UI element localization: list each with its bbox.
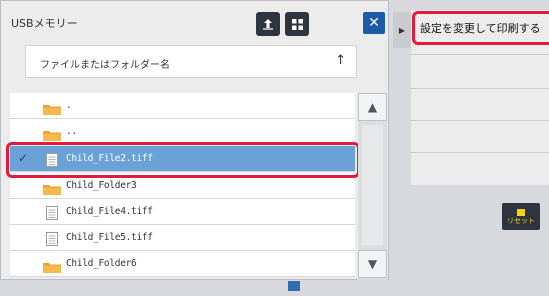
play-icon: ▶ [398,25,406,35]
up-arrow-icon [263,19,273,30]
scroll-up-icon: ▲ [367,100,378,114]
divider [411,120,549,121]
row-label: Child_Folder6 [66,258,137,269]
grid-view-icon [291,18,303,30]
sort-label: ファイルまたはフォルダー名 [40,60,170,71]
close-icon: ✕ [368,15,380,31]
row-label: Child_Folder3 [66,180,137,191]
sort-by-name-button[interactable]: ファイルまたはフォルダー名 ↑ [25,45,357,78]
scroll-up-button[interactable]: ▲ [358,93,387,121]
scroll-down-button[interactable]: ▼ [358,250,387,278]
folder-icon [43,100,61,119]
reset-icon [517,208,525,216]
scroll-track[interactable] [362,125,383,245]
file-row[interactable]: Child_File5.tiff [10,225,355,251]
selected-row-highlight [6,142,360,178]
file-icon [46,205,58,224]
reset-button[interactable]: リセット [502,203,540,230]
action-highlight [412,11,549,45]
row-label: Child_File4.tiff [66,206,153,217]
expand-panel-tab[interactable]: ▶ [393,12,411,48]
file-icon [46,231,58,250]
folder-icon [43,180,61,199]
status-indicator [288,281,300,291]
file-list: ... ✓ Child_File2.tiff Child_Folder3 Child_F… [10,93,355,283]
sort-ascending-icon: ↑ [335,53,346,68]
divider [411,88,549,89]
divider [411,152,549,153]
folder-icon [43,258,61,277]
thumbnail-view-button[interactable] [285,12,309,36]
scrollbar[interactable]: ▲ ▼ [358,93,387,280]
folder-row[interactable]: Child_Folder6 [10,251,355,277]
file-row[interactable]: Child_File4.tiff [10,199,355,225]
panel-title: USBメモリー [11,17,78,30]
scroll-down-icon: ▼ [367,257,378,271]
reset-label: リセット [507,216,535,225]
parent-folder-button[interactable] [256,12,280,36]
folder-row[interactable]: . [10,93,355,119]
divider [411,54,549,55]
close-button[interactable]: ✕ [363,12,385,34]
row-label: .. [66,126,77,137]
row-label: . [66,100,72,111]
row-label: Child_File5.tiff [66,232,153,243]
